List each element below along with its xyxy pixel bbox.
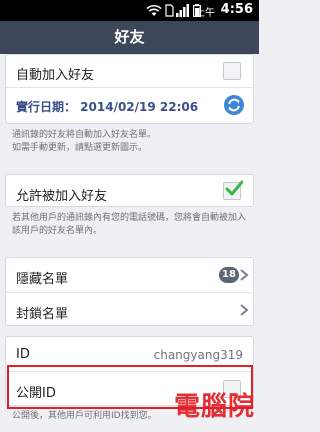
allow-add-note: 若其他用戶的通訊錄內有您的電話號碼，您將會自動被加入該用戶的好友名單內。 <box>12 213 247 236</box>
hidden-list-label: 隱藏名單 <box>16 272 69 287</box>
execution-date-row: 實行日期： 2014/02/19 22:06 <box>6 88 255 124</box>
check-icon <box>225 180 243 196</box>
allow-add-checkbox[interactable] <box>223 180 243 200</box>
allow-add-row[interactable]: 允許被加入好友 <box>6 175 255 208</box>
signal-icon <box>176 4 189 17</box>
clock-time: 4:56 <box>220 2 253 17</box>
chevron-right-icon <box>240 269 249 281</box>
auto-add-label: 自動加入好友 <box>16 68 95 83</box>
auto-add-note: 通訊錄的好友將自動加入好友名單。 如需手動更新，請點選更新圖示。 <box>12 130 157 153</box>
watermark: 電腦院 <box>173 392 255 422</box>
id-label: ID <box>16 347 30 362</box>
status-bar: 上午 4:56 <box>0 0 259 21</box>
lists-card: 隱藏名單 18 封鎖名單 <box>5 257 255 327</box>
sim-icon <box>165 4 174 17</box>
auto-add-checkbox[interactable] <box>223 62 241 80</box>
chevron-right-icon <box>240 304 249 316</box>
allow-add-label: 允許被加入好友 <box>16 189 108 204</box>
blocked-list-row[interactable]: 封鎖名單 <box>6 293 255 327</box>
hidden-count-badge: 18 <box>219 267 239 283</box>
page-title: 好友 <box>0 21 259 54</box>
allow-add-card: 允許被加入好友 <box>5 174 254 207</box>
id-value: changyang319 <box>153 348 243 362</box>
refresh-icon[interactable] <box>223 94 245 116</box>
execution-date-text: 實行日期： 2014/02/19 22:06 <box>16 100 199 114</box>
ampm-text: 上午 <box>195 8 215 19</box>
hidden-list-row[interactable]: 隱藏名單 18 <box>6 258 255 292</box>
auto-add-row[interactable]: 自動加入好友 <box>6 55 255 87</box>
auto-add-card: 自動加入好友 實行日期： 2014/02/19 22:06 <box>5 54 255 124</box>
wifi-icon <box>146 4 162 16</box>
blocked-list-label: 封鎖名單 <box>16 307 69 322</box>
